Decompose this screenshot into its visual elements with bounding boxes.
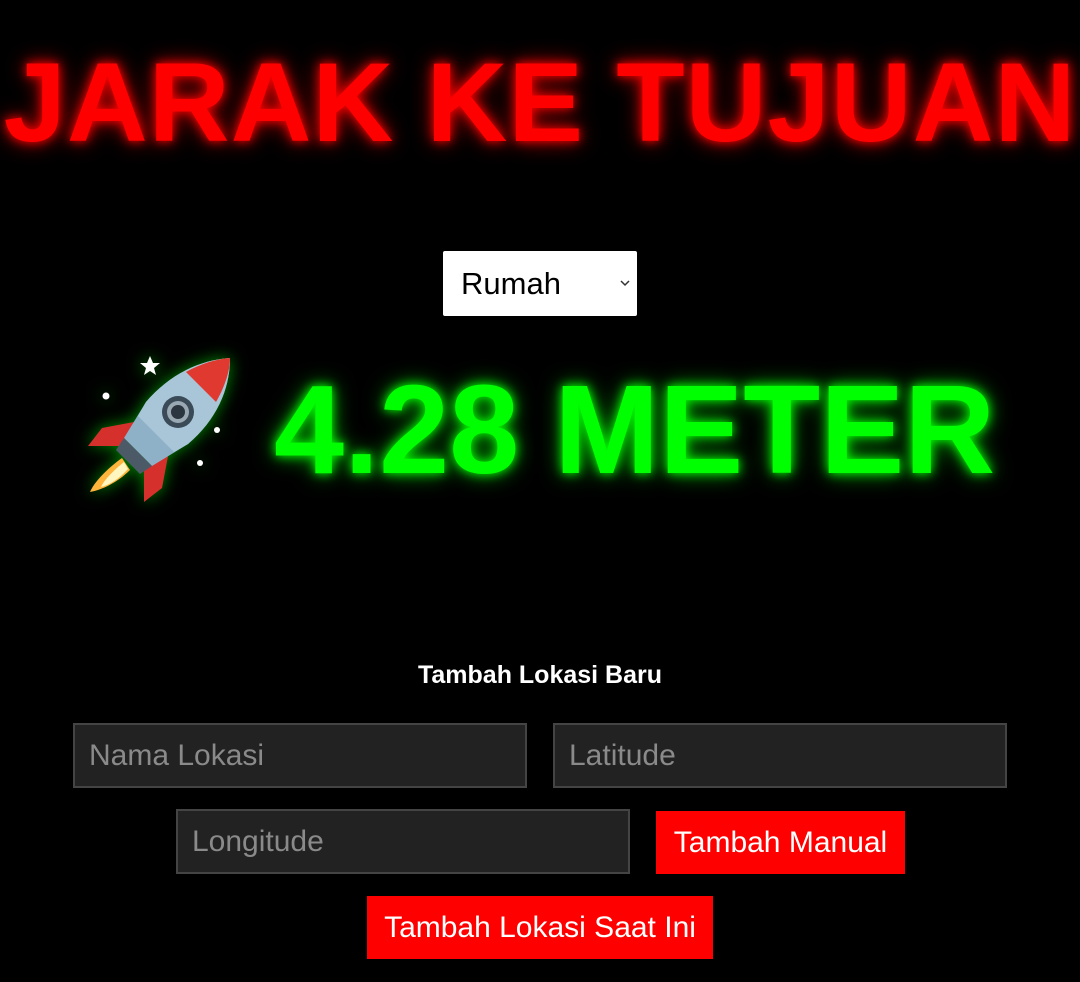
add-current-location-button[interactable]: Tambah Lokasi Saat Ini (367, 896, 713, 959)
location-name-input[interactable] (73, 723, 527, 788)
latitude-input[interactable] (553, 723, 1007, 788)
destination-select-value: Rumah (461, 266, 561, 301)
chevron-down-icon (620, 280, 630, 287)
longitude-input[interactable] (176, 809, 630, 874)
page-title: JARAK KE TUJUAN (3, 40, 1077, 165)
destination-select[interactable]: Rumah (443, 251, 637, 316)
add-location-title: Tambah Lokasi Baru (417, 661, 663, 689)
distance-readout: 4.28 METER (274, 359, 996, 500)
add-manual-button[interactable]: Tambah Manual (656, 811, 905, 874)
rocket-icon (88, 356, 230, 502)
